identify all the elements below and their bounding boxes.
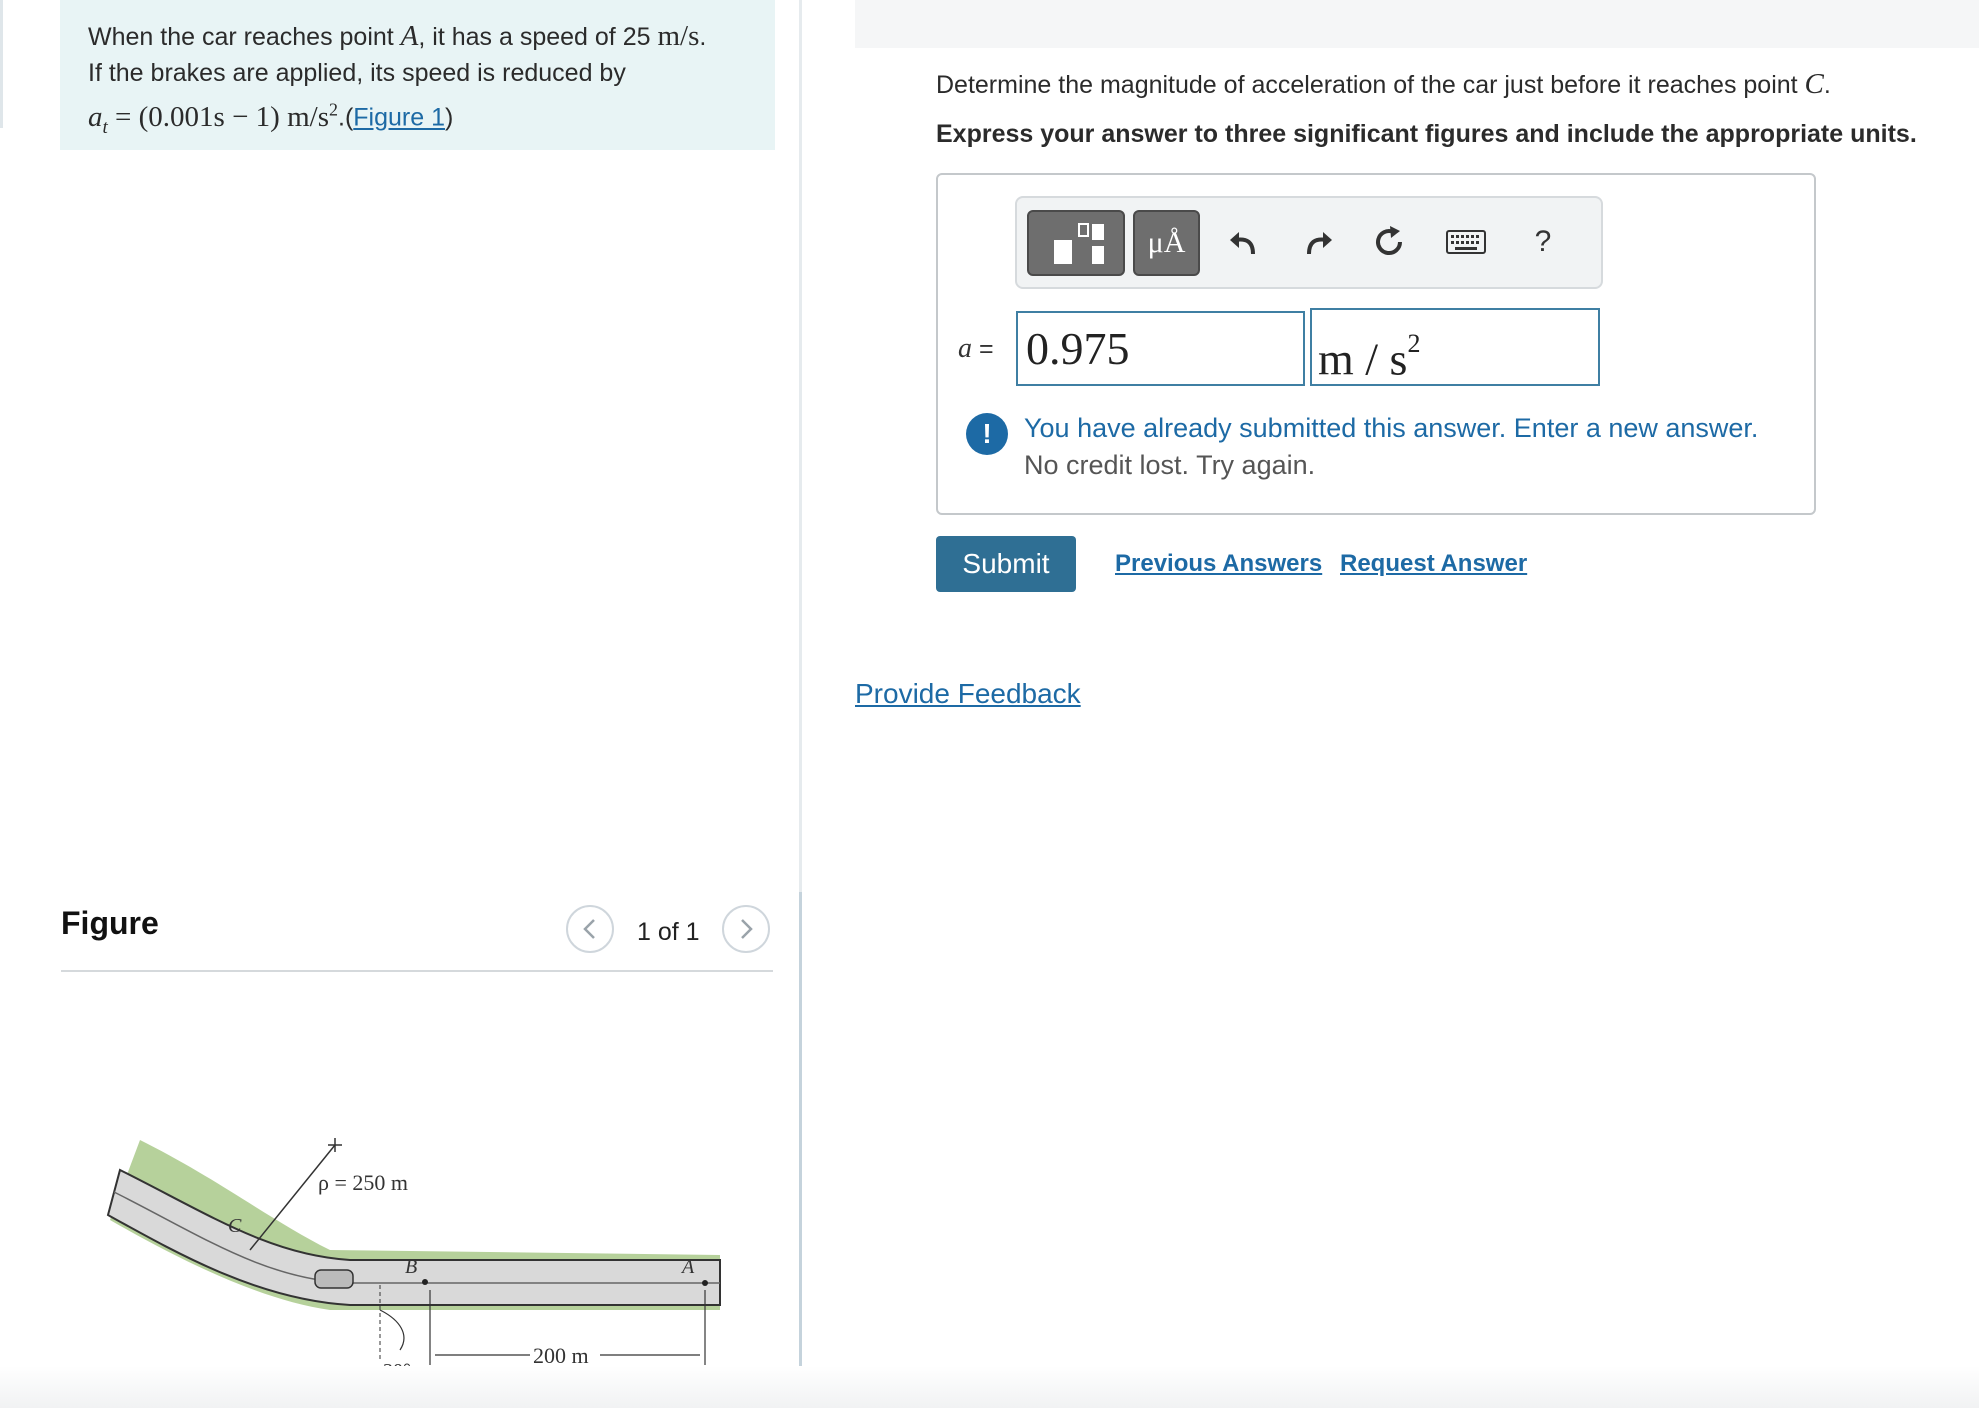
submit-button[interactable]: Submit [936,536,1076,592]
formula-text: = (0.001s − 1) m/s [107,100,329,133]
point-b-label: B [405,1256,417,1278]
speed-unit: m/s [657,20,700,52]
previous-figure-button[interactable] [566,905,614,953]
problem-text: , it has a speed of 25 [418,23,658,51]
problem-line-3: at = (0.001s − 1) m/s2.(Figure 1) [88,91,747,145]
acceleration-formula: at = (0.001s − 1) m/s2 [88,99,338,137]
undo-icon [1230,232,1255,255]
templates-button[interactable] [1027,210,1125,276]
figure-divider [61,970,773,972]
bottom-shade [0,1366,1979,1408]
question-end: . [1823,71,1831,99]
question-body: Determine the magnitude of acceleration … [936,71,1805,99]
left-edge-bar [0,0,3,128]
problem-line-1: When the car reaches point A, it has a s… [88,18,747,55]
chevron-right-icon [741,919,753,939]
keyboard-icon [1446,230,1486,254]
info-alert-icon: ! [966,413,1008,455]
figure-link[interactable]: Figure 1 [353,104,445,132]
keyboard-button[interactable] [1442,220,1490,264]
point-c-symbol: C [1804,68,1824,100]
column-divider-accent [799,892,802,1408]
answer-value-input[interactable]: 0.975 [1016,311,1305,386]
help-button[interactable]: ? [1521,220,1565,264]
previous-answers-link[interactable]: Previous Answers [1115,550,1322,578]
templates-icon [1054,223,1104,264]
reset-button[interactable] [1367,220,1411,264]
rho-label: ρ = 250 m [318,1170,408,1195]
problem-text: . [699,23,707,51]
answer-variable: a [958,333,972,364]
answer-instruction: Express your answer to three significant… [936,120,1917,148]
request-answer-link[interactable]: Request Answer [1340,550,1527,578]
car-icon [314,1269,354,1289]
point-b-marker [422,1279,428,1285]
problem-line-2: If the brakes are applied, its speed is … [88,59,626,87]
point-a-symbol: A [400,20,419,52]
math-toolbar: μÅ ? [1015,196,1603,289]
alert-message: You have already submitted this answer. … [1024,413,1759,443]
next-figure-button[interactable] [722,905,770,953]
answer-label: a = [958,333,994,365]
answer-units-input[interactable]: m / s2 [1310,308,1600,386]
units-button[interactable]: μÅ [1133,210,1200,276]
problem-text: ) [445,103,454,132]
formula-exponent: 2 [329,99,338,119]
provide-feedback-link[interactable]: Provide Feedback [855,678,1081,710]
redo-button[interactable] [1297,220,1341,264]
reset-icon [1376,226,1403,255]
problem-statement: When the car reaches point A, it has a s… [60,0,775,150]
units-exponent: 2 [1407,329,1421,358]
units-base: m / s [1318,333,1408,385]
alert-subtext: No credit lost. Try again. [1024,450,1316,480]
figure-pager: 1 of 1 [637,918,700,946]
question-text: Determine the magnitude of acceleration … [936,68,1831,101]
header-bar [855,0,1979,48]
answer-equals: = [972,335,994,363]
problem-text: .( [338,103,354,132]
distance-label: 200 m [533,1343,589,1368]
figure-title: Figure [61,905,159,941]
undo-button[interactable] [1221,220,1265,264]
angle-arc [379,1309,405,1351]
point-c-label: C [228,1215,242,1237]
point-a-marker [702,1280,708,1286]
accel-symbol: a [88,100,103,133]
road-diagram: ρ = 250 m C B A 200 m 30° [106,1138,721,1380]
problem-text: When the car reaches point [88,23,401,51]
redo-icon [1307,232,1332,255]
chevron-left-icon [583,919,595,939]
point-a-label: A [680,1256,695,1278]
